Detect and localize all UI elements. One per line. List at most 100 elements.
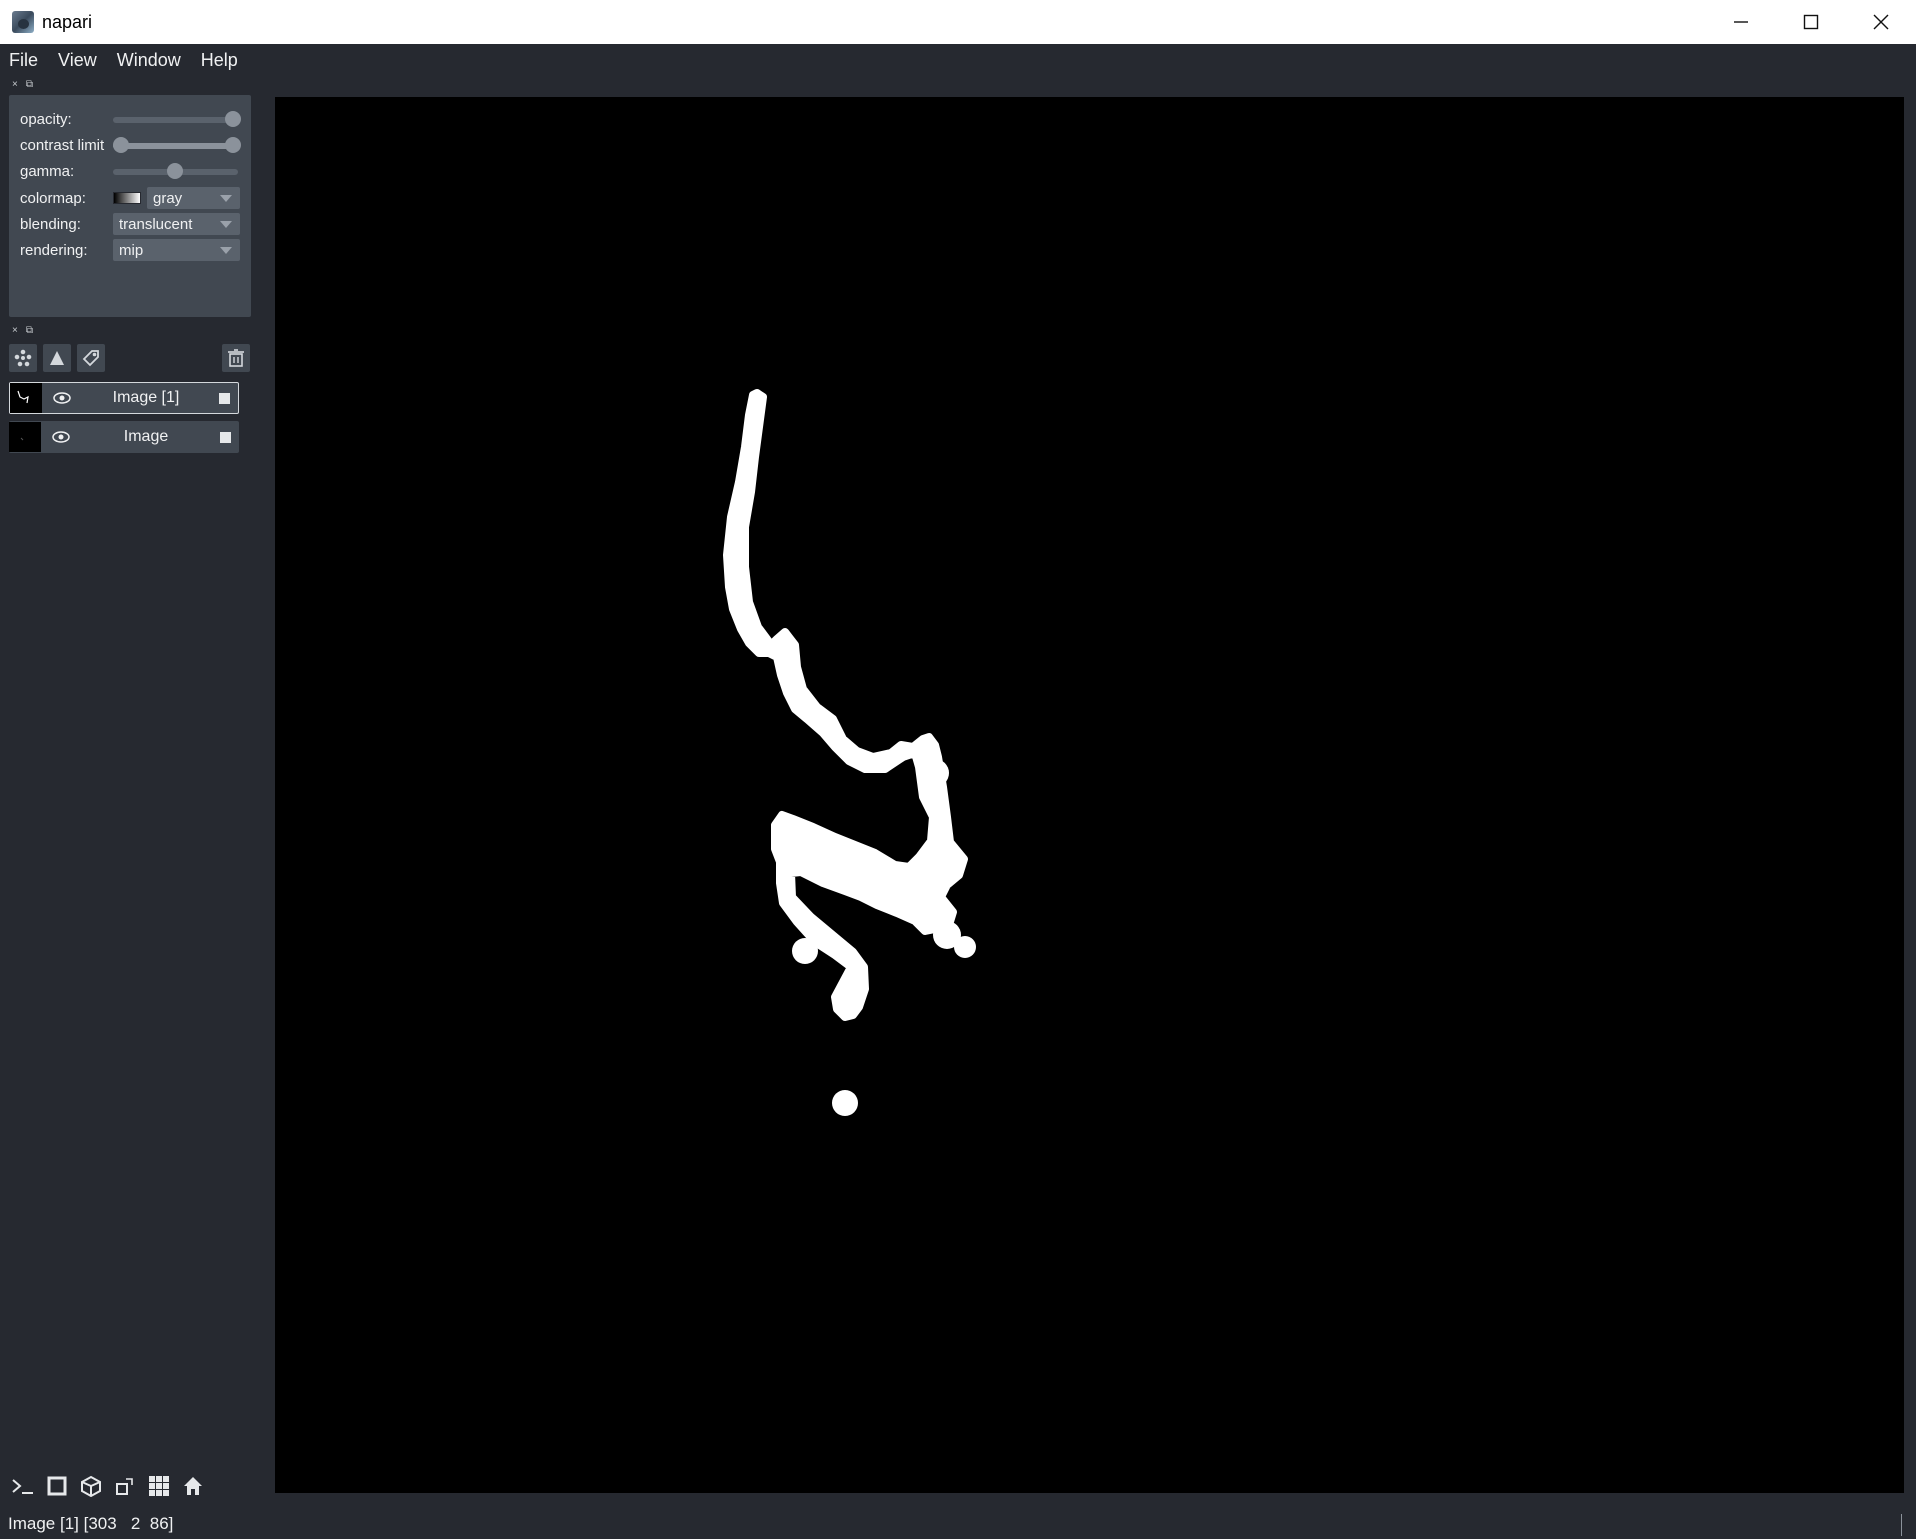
maximize-icon	[1803, 14, 1819, 30]
layer-thumbnail	[10, 383, 42, 413]
shapes-icon	[50, 351, 64, 365]
transpose-icon	[116, 1478, 133, 1495]
eye-icon	[52, 431, 70, 443]
opacity-slider-track	[113, 117, 238, 123]
rendering-value: mip	[119, 241, 144, 259]
blending-value: translucent	[119, 215, 193, 233]
controls-dock-handle: × ⧉	[12, 79, 33, 91]
opacity-label: opacity:	[20, 110, 72, 128]
window-title: napari	[42, 11, 93, 32]
title-bar: napari	[0, 0, 1916, 44]
image-type-icon	[218, 392, 230, 404]
new-points-layer-button[interactable]	[9, 344, 37, 372]
dock-float-icon[interactable]: ⧉	[26, 326, 33, 336]
rendering-select[interactable]: mip	[113, 239, 240, 261]
colormap-value: gray	[153, 189, 183, 207]
opacity-slider-handle[interactable]	[225, 111, 241, 127]
colormap-swatch	[113, 192, 141, 204]
grid-button[interactable]	[145, 1472, 173, 1500]
eye-icon	[53, 392, 71, 404]
status-divider	[1901, 1514, 1902, 1536]
chevron-down-icon	[220, 195, 232, 202]
window-controls	[1706, 0, 1916, 44]
mask-image	[723, 389, 976, 1116]
mask-blob	[921, 759, 949, 787]
colormap-label: colormap:	[20, 189, 86, 207]
layer-type-indicator	[210, 392, 238, 404]
image-canvas[interactable]	[275, 97, 1904, 1493]
contrast-limit-slider[interactable]	[113, 137, 241, 153]
gamma-row: gamma:	[20, 159, 120, 183]
points-icon	[14, 349, 32, 367]
contrast-min-handle[interactable]	[113, 137, 129, 153]
delete-icon	[228, 349, 244, 367]
opacity-row: opacity:	[20, 107, 120, 131]
layer-buttons	[9, 344, 251, 374]
colormap-row: colormap:	[20, 186, 120, 210]
gamma-slider[interactable]	[113, 163, 238, 179]
rendering-row: rendering:	[20, 238, 120, 262]
transpose-button[interactable]	[111, 1472, 139, 1500]
labels-icon	[82, 350, 99, 367]
contrast-max-handle[interactable]	[225, 137, 241, 153]
thumbnail-image	[17, 390, 29, 404]
visibility-toggle[interactable]	[41, 431, 81, 443]
napari-logo-icon	[12, 11, 34, 33]
layer-name[interactable]: Image	[81, 428, 211, 446]
contrast-slider-track	[113, 143, 238, 149]
layer-thumbnail	[9, 422, 41, 452]
contrast-row: contrast limit	[20, 133, 120, 157]
layer-controls-panel: opacity: contrast limit gamma: colormap:…	[9, 95, 251, 317]
home-button[interactable]	[179, 1472, 207, 1500]
close-button[interactable]	[1846, 0, 1916, 44]
roll-dims-button[interactable]	[77, 1472, 105, 1500]
contrast-limit-label: contrast limit	[20, 136, 105, 154]
ndisplay-button[interactable]	[43, 1472, 71, 1500]
menu-help[interactable]: Help	[201, 50, 238, 71]
blending-row: blending:	[20, 212, 120, 236]
colormap-select[interactable]: gray	[113, 187, 240, 209]
layer-name[interactable]: Image [1]	[82, 389, 210, 407]
gamma-slider-handle[interactable]	[167, 163, 183, 179]
chevron-down-icon	[220, 247, 232, 254]
menu-bar: File View Window Help	[0, 44, 1916, 77]
image-type-icon	[219, 431, 231, 443]
rendering-label: rendering:	[20, 241, 88, 259]
dock-float-icon[interactable]: ⧉	[26, 80, 33, 90]
mask-blob	[954, 936, 976, 958]
dock-close-icon[interactable]: ×	[12, 326, 18, 336]
menu-window[interactable]: Window	[117, 50, 181, 71]
new-shapes-layer-button[interactable]	[43, 344, 71, 372]
minimize-icon	[1734, 21, 1748, 23]
visibility-toggle[interactable]	[42, 392, 82, 404]
2d-3d-toggle-icon	[47, 1476, 67, 1496]
colormap-dropdown[interactable]: gray	[147, 187, 240, 209]
mask-blob	[792, 938, 818, 964]
dock-close-icon[interactable]: ×	[12, 80, 18, 90]
status-bar: Image [1] [303 2 86]	[0, 1509, 1916, 1539]
roll-dims-icon	[81, 1475, 101, 1497]
maximize-button[interactable]	[1776, 0, 1846, 44]
console-icon	[12, 1479, 33, 1494]
gamma-label: gamma:	[20, 162, 75, 180]
blending-label: blending:	[20, 215, 81, 233]
opacity-slider[interactable]	[113, 111, 241, 127]
menu-file[interactable]: File	[9, 50, 38, 71]
new-labels-layer-button[interactable]	[77, 344, 105, 372]
delete-layer-button[interactable]	[222, 344, 250, 372]
console-button[interactable]	[9, 1472, 37, 1500]
layer-type-indicator	[211, 431, 239, 443]
chevron-down-icon	[220, 221, 232, 228]
status-text: Image [1] [303 2 86]	[8, 1514, 174, 1533]
menu-view[interactable]: View	[58, 50, 97, 71]
thumbnail-image	[20, 437, 24, 441]
mask-blob	[832, 1090, 858, 1116]
layerlist-dock-handle: × ⧉	[12, 325, 33, 337]
minimize-button[interactable]	[1706, 0, 1776, 44]
home-icon	[184, 1477, 202, 1495]
layer-item[interactable]: Image [1]	[9, 382, 239, 414]
layer-item[interactable]: Image	[9, 421, 239, 453]
viewer-buttons	[9, 1472, 207, 1502]
segmentation-mask	[723, 389, 968, 1021]
blending-select[interactable]: translucent	[113, 213, 240, 235]
